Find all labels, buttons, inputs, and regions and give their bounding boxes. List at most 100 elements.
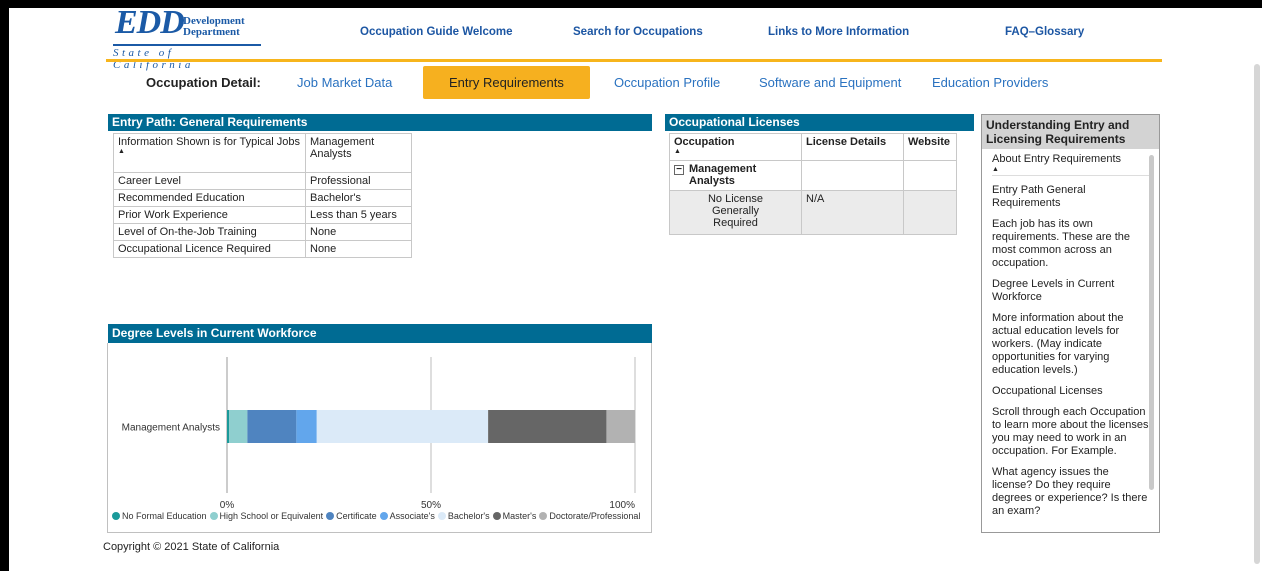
logo-state: State of California (113, 44, 261, 71)
sort-ascending-icon: ▲ (674, 148, 681, 155)
workforce-chart-svg: 0% 50% 100% Management Analysts (122, 357, 636, 511)
page-frame: EDD Development Department State of Calif… (9, 8, 1262, 571)
row-value: Less than 5 years (305, 206, 412, 224)
collapse-icon[interactable]: − (674, 165, 684, 175)
logo-edd: EDD (115, 8, 185, 41)
row-label: Career Level (113, 172, 306, 190)
bar-segment (227, 410, 230, 443)
legend-item[interactable]: Bachelor's (437, 511, 490, 521)
column-header-occupation-label: Occupation (674, 136, 735, 148)
bar-segment (296, 410, 317, 443)
help-text: Scroll through each Occupation to learn … (992, 406, 1149, 457)
column-header-occupation: Management Analysts (305, 133, 412, 173)
table-row: No License Generally Required N/A (669, 190, 957, 235)
group-row[interactable]: − Management Analysts (669, 160, 957, 191)
legend-label: Bachelor's (447, 511, 490, 521)
legend-label: High School or Equivalent (219, 511, 324, 521)
legend-item[interactable]: High School or Equivalent (209, 511, 324, 521)
row-label: Prior Work Experience (113, 206, 306, 224)
chart-legend: No Formal Education High School or Equiva… (112, 511, 643, 521)
legend-swatch (112, 512, 120, 520)
column-header-website: Website (903, 133, 957, 161)
legend-label: Certificate (336, 511, 377, 521)
row-value: Bachelor's (305, 189, 412, 207)
licenses-table: Occupation ▲ License Details Website − Man… (669, 133, 957, 235)
column-header-info[interactable]: Information Shown is for Typical Jobs ▲ (113, 133, 306, 173)
table-header-row: Occupation ▲ License Details Website (669, 133, 957, 161)
column-header-license-details: License Details (801, 133, 904, 161)
legend-swatch (437, 512, 446, 520)
legend-item[interactable]: Master's (492, 511, 536, 521)
page-scrollbar[interactable] (1254, 64, 1260, 564)
help-heading: Degree Levels in Current Workforce (992, 278, 1115, 303)
nav-faq-glossary[interactable]: FAQ–Glossary (1005, 26, 1084, 38)
group-empty-cell (903, 160, 957, 191)
bar-segment (488, 410, 607, 443)
logo-department: Development Department (183, 16, 245, 38)
entry-path-title: Entry Path: General Requirements (108, 114, 652, 131)
nav-occupation-guide-welcome[interactable]: Occupation Guide Welcome (360, 26, 513, 38)
table-row: Recommended Education Bachelor's (113, 189, 412, 207)
bar-segment (606, 410, 635, 443)
help-panel: Understanding Entry and Licensing Requir… (981, 114, 1160, 533)
table-row: Occupational Licence Required None (113, 240, 412, 258)
row-value: None (305, 223, 412, 241)
help-text: Each job has its own requirements. These… (992, 218, 1130, 269)
entry-path-table: Information Shown is for Typical Jobs ▲ M… (113, 133, 412, 258)
header-divider (106, 59, 1162, 62)
legend-swatch (209, 512, 218, 520)
table-row: Career Level Professional (113, 172, 412, 190)
row-value: Professional (305, 172, 412, 190)
row-label: Level of On-the-Job Training (113, 223, 306, 241)
tab-education-providers[interactable]: Education Providers (932, 75, 1048, 90)
license-name: No License Generally Required (669, 190, 802, 235)
nav-links-to-more-information[interactable]: Links to More Information (768, 26, 909, 38)
group-label: Management Analysts (689, 163, 757, 187)
legend-label: Doctorate/Professional (549, 511, 641, 521)
help-text: What agency issues the license? Do they … (992, 466, 1148, 517)
occupation-detail-label: Occupation Detail: (146, 75, 261, 90)
edd-logo[interactable]: EDD Development Department State of Calif… (111, 8, 261, 71)
legend-swatch (539, 512, 548, 520)
column-header-occupation[interactable]: Occupation ▲ (669, 133, 802, 161)
sort-ascending-icon: ▲ (118, 148, 125, 155)
help-panel-body: About Entry Requirements ▲ Entry Path Gen… (982, 149, 1149, 526)
legend-item[interactable]: Associate's (379, 511, 435, 521)
tab-occupation-profile[interactable]: Occupation Profile (614, 75, 720, 90)
bar-segment (316, 410, 489, 443)
about-entry-requirements[interactable]: About Entry Requirements ▲ (992, 153, 1149, 176)
table-header-row: Information Shown is for Typical Jobs ▲ M… (113, 133, 412, 173)
legend-label: No Formal Education (122, 511, 207, 521)
table-row: Level of On-the-Job Training None (113, 223, 412, 241)
table-row: Prior Work Experience Less than 5 years (113, 206, 412, 224)
help-panel-scrollbar[interactable] (1149, 155, 1154, 490)
help-text: More information about the actual educat… (992, 312, 1124, 376)
about-entry-requirements-label: About Entry Requirements (992, 153, 1122, 165)
legend-item[interactable]: Doctorate/Professional (539, 511, 640, 521)
bar-segment (229, 410, 248, 443)
help-heading: Entry Path General Requirements (992, 184, 1086, 209)
category-label: Management Analysts (122, 423, 220, 434)
workforce-title: Degree Levels in Current Workforce (108, 324, 652, 343)
license-website (903, 190, 957, 235)
copyright: Copyright © 2021 State of California (103, 541, 280, 553)
group-empty-cell (801, 160, 904, 191)
tab-entry-requirements[interactable]: Entry Requirements (423, 66, 590, 99)
x-tick-label: 0% (220, 500, 235, 511)
legend-swatch (326, 512, 335, 520)
tab-job-market-data[interactable]: Job Market Data (297, 75, 392, 90)
legend-item[interactable]: No Formal Education (112, 511, 207, 521)
license-details: N/A (801, 190, 904, 235)
row-value: None (305, 240, 412, 258)
nav-search-for-occupations[interactable]: Search for Occupations (573, 26, 703, 38)
help-panel-title: Understanding Entry and Licensing Requir… (982, 115, 1159, 149)
legend-swatch (492, 512, 501, 520)
x-tick-label: 50% (421, 500, 441, 511)
row-label: Recommended Education (113, 189, 306, 207)
legend-label: Associate's (389, 511, 435, 521)
legend-item[interactable]: Certificate (326, 511, 377, 521)
row-label: Occupational Licence Required (113, 240, 306, 258)
tab-software-and-equipment[interactable]: Software and Equipment (759, 75, 901, 90)
caret-up-icon: ▲ (992, 166, 999, 173)
logo-dev-line2: Department (183, 26, 240, 38)
